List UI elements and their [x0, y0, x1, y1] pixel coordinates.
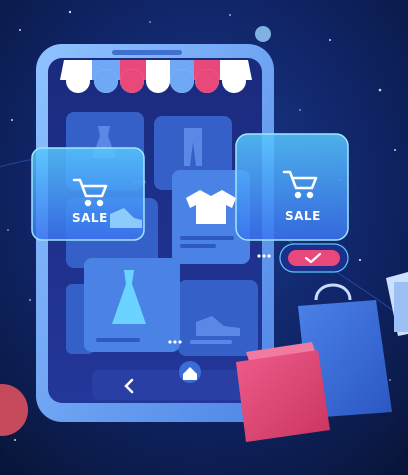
confirm-button[interactable] [279, 243, 349, 273]
product-card[interactable] [178, 280, 258, 356]
ecommerce-illustration: SALE SALE [0, 0, 408, 475]
planet-top [255, 26, 271, 42]
sale-badge-right[interactable]: SALE [235, 133, 349, 241]
shopping-bag-pink [236, 342, 330, 442]
sale-badge-left[interactable]: SALE [31, 147, 145, 241]
dress-product-card[interactable] [84, 258, 182, 352]
sale-label: SALE [72, 211, 108, 225]
sale-label: SALE [285, 209, 321, 223]
phone-speaker [112, 50, 182, 55]
